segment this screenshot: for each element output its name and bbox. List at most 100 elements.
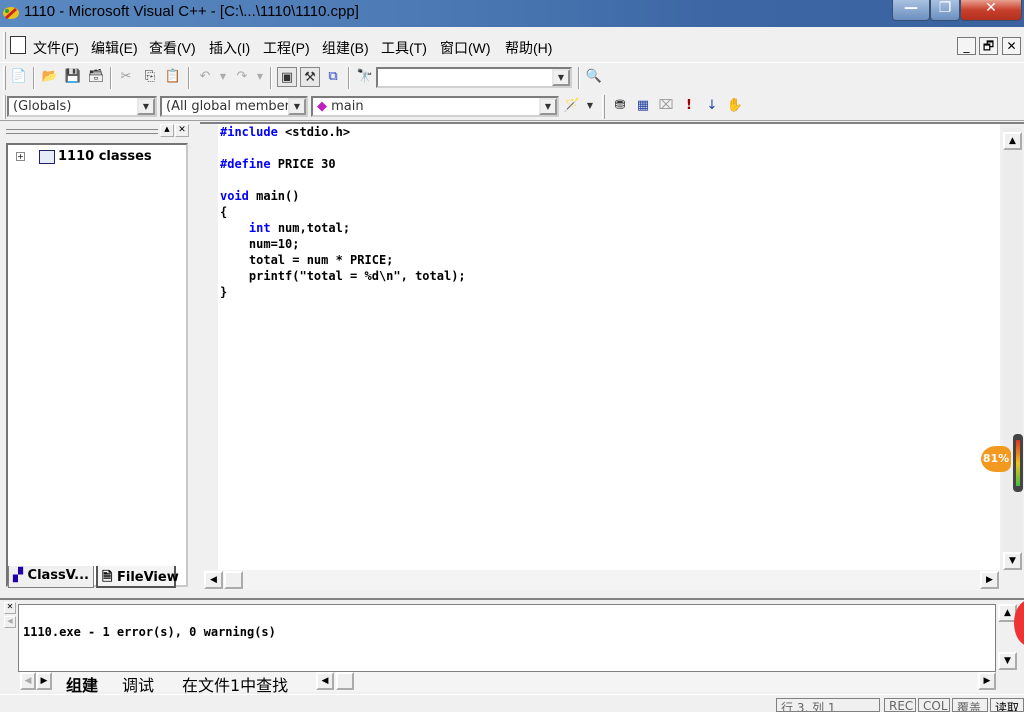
scroll-left-button[interactable]: ◀ xyxy=(204,571,223,589)
output-text-area[interactable]: 1110.exe - 1 error(s), 0 warning(s) xyxy=(18,604,996,672)
menu-project[interactable]: 工程(P) xyxy=(263,38,310,58)
chevron-down-icon[interactable]: ▼ xyxy=(288,98,306,115)
mdi-close-button[interactable]: ✕ xyxy=(1002,37,1021,55)
cut-icon[interactable]: ✂ xyxy=(116,67,136,87)
new-text-file-icon[interactable]: 📄 xyxy=(9,67,29,87)
output-hscroll-right-button[interactable]: ▶ xyxy=(978,672,996,690)
code-line[interactable]: #include <stdio.h> xyxy=(220,125,350,139)
tab-label: ClassV... xyxy=(27,568,89,583)
execute-icon[interactable]: ! xyxy=(679,96,699,116)
expand-icon[interactable]: + xyxy=(16,152,25,161)
chevron-down-icon[interactable]: ▼ xyxy=(539,98,557,115)
editor-horizontal-scrollbar[interactable]: ◀ ▶ xyxy=(204,570,1000,590)
code-keyword: #define xyxy=(220,157,271,171)
output-close-button[interactable]: ✕ xyxy=(4,602,16,614)
class-scope-combo[interactable]: (Globals) ▼ xyxy=(7,96,157,117)
tree-item-classes[interactable]: +1110 classes xyxy=(16,149,152,164)
pane-grip[interactable] xyxy=(6,129,158,134)
minimize-button[interactable]: — xyxy=(892,0,930,21)
scroll-right-button[interactable]: ▶ xyxy=(980,571,999,589)
code-line[interactable]: num=10; xyxy=(220,237,300,251)
compile-icon[interactable]: ⛃ xyxy=(610,96,630,116)
open-icon[interactable]: 📂 xyxy=(40,67,60,87)
close-button[interactable]: ✕ xyxy=(960,0,1022,21)
copy-icon[interactable]: ⎘ xyxy=(140,67,160,87)
code-line[interactable]: total = num * PRICE; xyxy=(220,253,394,267)
redo-dropdown-icon[interactable]: ▼ xyxy=(250,67,270,87)
undo-dropdown-icon[interactable]: ▼ xyxy=(213,67,233,87)
scroll-down-button[interactable]: ▼ xyxy=(1003,552,1022,570)
menu-build[interactable]: 组建(B) xyxy=(322,38,369,58)
find-in-files-icon[interactable]: 🔭 xyxy=(355,67,375,87)
find-icon[interactable]: 🔍 xyxy=(584,67,604,87)
status-bar: 行 3, 列 1 REC COL 覆盖 读取 xyxy=(0,694,1024,712)
toolbar-grip[interactable] xyxy=(602,95,605,119)
code-line[interactable]: #define PRICE 30 xyxy=(220,157,336,171)
workspace-icon[interactable]: ▣ xyxy=(277,67,297,87)
wizard-actions-icon[interactable]: 🪄 xyxy=(562,96,582,116)
code-line[interactable]: } xyxy=(220,285,227,299)
build-icon[interactable]: ▦ xyxy=(633,96,653,116)
chevron-down-icon[interactable]: ▼ xyxy=(137,98,155,115)
breakpoint-hand-icon[interactable]: ✋ xyxy=(725,96,745,116)
filter-combo[interactable]: (All global member ▼ xyxy=(160,96,308,117)
code-line[interactable]: int num,total; xyxy=(220,221,350,235)
menubar-grip[interactable] xyxy=(3,32,6,59)
window-list-icon[interactable]: ⧉ xyxy=(323,67,343,87)
undo-icon[interactable]: ↶ xyxy=(195,67,215,87)
chevron-down-icon[interactable]: ▼ xyxy=(552,69,570,86)
find-combo[interactable]: ▼ xyxy=(376,67,572,88)
tab-debug[interactable]: 调试 xyxy=(116,672,160,695)
go-icon[interactable]: ↓ xyxy=(702,96,722,116)
redo-icon[interactable]: ↷ xyxy=(232,67,252,87)
tab-fileview[interactable]: 🗎 FileView xyxy=(96,566,179,588)
editor-vertical-scrollbar[interactable]: ▲ ▼ xyxy=(1003,128,1022,570)
level-gauge[interactable] xyxy=(1013,434,1023,492)
wizard-bar: (Globals) ▼ (All global member ▼ ◆ main … xyxy=(0,93,1024,121)
paste-icon[interactable]: 📋 xyxy=(163,67,183,87)
menu-insert[interactable]: 插入(I) xyxy=(209,38,250,58)
pane-close-button[interactable]: ✕ xyxy=(175,124,189,137)
title-bar: 1110 - Microsoft Visual C++ - [C:\...\11… xyxy=(0,0,1024,27)
code-area[interactable]: #include <stdio.h> #define PRICE 30 void m… xyxy=(218,124,1000,570)
member-combo[interactable]: ◆ main ▼ xyxy=(311,96,559,117)
maximize-icon: ❐ xyxy=(938,0,952,16)
code-line[interactable]: printf("total = %d\n", total); xyxy=(220,269,466,283)
output-hscroll-thumb[interactable] xyxy=(336,672,354,690)
output-hscroll-left-button[interactable]: ◀ xyxy=(316,672,334,690)
menu-window[interactable]: 窗口(W) xyxy=(440,38,491,58)
toolbar-grip[interactable] xyxy=(3,66,6,90)
wizard-dropdown-icon[interactable]: ▼ xyxy=(580,96,600,116)
tab-classview[interactable]: ▞ ClassV... xyxy=(8,566,94,588)
stop-build-icon[interactable]: ⌧ xyxy=(656,96,676,116)
menu-view[interactable]: 查看(V) xyxy=(149,38,196,58)
document-icon[interactable] xyxy=(10,36,26,54)
performance-badge[interactable]: 81% xyxy=(981,446,1011,472)
output-icon[interactable]: ⚒ xyxy=(300,67,320,87)
tab-find-in-files-1[interactable]: 在文件1中查找 xyxy=(176,672,294,695)
maximize-button[interactable]: ❐ xyxy=(930,0,960,21)
menu-edit[interactable]: 编辑(E) xyxy=(91,38,138,58)
pane-maximize-button[interactable]: ▲ xyxy=(160,124,174,137)
menu-tools[interactable]: 工具(T) xyxy=(381,38,427,58)
tabs-scroll-right-button[interactable]: ▶ xyxy=(36,672,52,690)
save-all-icon[interactable]: 🗃 xyxy=(86,67,106,87)
menu-help[interactable]: 帮助(H) xyxy=(505,38,552,58)
class-scope-value: (Globals) xyxy=(13,99,72,114)
mdi-minimize-button[interactable]: _ xyxy=(957,37,976,55)
tabs-scroll-left-button[interactable]: ◀ xyxy=(20,672,36,690)
code-editor: #include <stdio.h> #define PRICE 30 void m… xyxy=(200,122,1024,594)
code-line[interactable]: void main() xyxy=(220,189,299,203)
scroll-up-button[interactable]: ▲ xyxy=(1003,132,1022,150)
output-collapse-button[interactable]: ◀ xyxy=(4,616,16,628)
mdi-restore-button[interactable]: 🗗 xyxy=(979,37,998,55)
separator xyxy=(33,67,35,89)
toolbar-grip[interactable] xyxy=(3,95,6,119)
code-line[interactable]: { xyxy=(220,205,227,219)
scroll-thumb[interactable] xyxy=(224,571,243,589)
workspace-pane: ▲ ✕ +1110 classes ▞ ClassV... 🗎 FileView xyxy=(0,122,196,594)
output-scroll-down-button[interactable]: ▼ xyxy=(998,652,1017,670)
menu-file[interactable]: 文件(F) xyxy=(33,38,79,58)
tab-build[interactable]: 组建 xyxy=(60,672,104,695)
save-icon[interactable]: 💾 xyxy=(63,67,83,87)
